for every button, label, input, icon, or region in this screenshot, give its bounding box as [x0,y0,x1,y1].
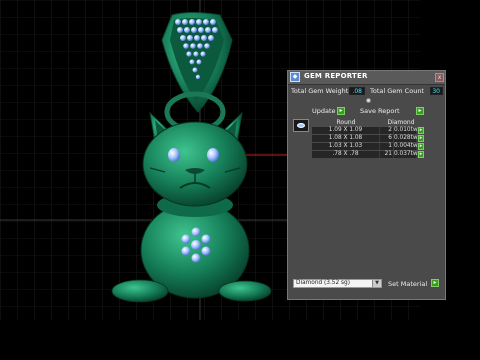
row-weight: 0.010tw [394,127,418,134]
material-select-value: Diamond (3.52 sg) [296,280,350,286]
set-material-go-icon[interactable]: ▸ [431,279,439,287]
set-material-button[interactable]: Set Material [388,280,427,288]
row-qty: 1 [380,143,394,150]
green-arrow-icon[interactable]: ▸ [418,151,424,158]
update-button[interactable]: Update [312,107,336,115]
close-icon[interactable]: x [435,73,444,82]
row-qty: 2 [380,127,394,134]
total-weight-value: .08 [349,87,365,95]
table-row[interactable]: .78 X .78 21 0.037tw ▸ [312,151,442,158]
save-report-button[interactable]: Save Report [360,107,400,115]
row-size: 1.08 X 1.08 [312,135,380,142]
table-row[interactable]: 1.03 X 1.03 1 0.004tw ▸ [312,143,442,150]
total-count-label: Total Gem Count [370,87,424,95]
row-size: 1.09 X 1.09 [312,127,380,134]
separator-dot [366,98,371,103]
col-header-shape: Round [336,119,356,126]
save-report-go-icon[interactable]: ▸ [416,107,424,115]
update-go-icon[interactable]: ▸ [337,107,345,115]
row-size: .78 X .78 [312,151,380,158]
row-weight: 0.028tw [394,135,418,142]
row-size: 1.03 X 1.03 [312,143,380,150]
total-count-value: 30 [430,87,443,95]
green-arrow-icon[interactable]: ▸ [418,135,424,142]
row-weight: 0.004tw [394,143,418,150]
material-select[interactable]: Diamond (3.52 sg) ▼ [293,279,382,288]
green-arrow-icon[interactable]: ▸ [418,127,424,134]
row-weight: 0.037tw [394,151,418,158]
row-qty: 21 [380,151,394,158]
gem-table: Round Diamond 1.09 X 1.09 2 0.010tw ▸ 1.… [291,118,442,161]
gem-reporter-panel: ◆ GEM REPORTER x Total Gem Weight .08 To… [287,70,446,300]
round-gem-icon[interactable] [293,119,309,132]
title-bar[interactable]: ◆ GEM REPORTER x [288,71,445,85]
table-row[interactable]: 1.08 X 1.08 6 0.028tw ▸ [312,135,442,142]
table-row[interactable]: 1.09 X 1.09 2 0.010tw ▸ [312,127,442,134]
panel-title: GEM REPORTER [304,72,368,80]
green-arrow-icon[interactable]: ▸ [418,143,424,150]
col-header-material: Diamond [387,119,415,126]
chevron-down-icon[interactable]: ▼ [372,280,381,287]
gem-reporter-icon: ◆ [290,72,300,82]
row-qty: 6 [380,135,394,142]
total-weight-label: Total Gem Weight [291,87,349,95]
material-row: Diamond (3.52 sg) ▼ Set Material ▸ [288,277,445,289]
totals-row: Total Gem Weight .08 Total Gem Count 30 [288,86,445,96]
